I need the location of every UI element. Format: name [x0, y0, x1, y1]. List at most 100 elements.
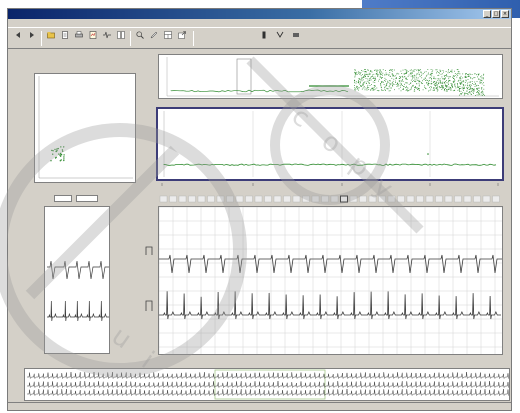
overview-trend-point — [401, 84, 402, 86]
overview-trend-point — [406, 87, 408, 88]
overview-trend-point — [400, 70, 402, 72]
export-button[interactable] — [176, 30, 188, 47]
overview-trend-point — [422, 73, 424, 75]
forward-button[interactable] — [26, 30, 38, 47]
overview-trend-point — [381, 78, 382, 79]
print-button[interactable] — [73, 30, 85, 47]
pen-button[interactable] — [148, 30, 160, 47]
overview-trend-point — [376, 90, 378, 91]
beat-marker — [159, 195, 168, 203]
overview-trend-point — [414, 69, 416, 70]
trend-detail-pane[interactable] — [156, 107, 504, 181]
overview-trend-point — [431, 78, 432, 80]
overview-trend-point — [435, 83, 436, 85]
beat-template-pane[interactable] — [44, 206, 110, 354]
overview-trend-point — [465, 74, 467, 76]
overview-trend-point — [446, 76, 448, 77]
beat-marker — [169, 195, 177, 203]
open-button[interactable] — [45, 30, 57, 47]
overview-trend-point — [372, 89, 374, 90]
overview-trend-point — [458, 72, 460, 74]
overview-trend-point — [389, 90, 391, 92]
beat-marker — [387, 195, 396, 203]
overview-trend-point — [380, 73, 382, 75]
beat-marker — [378, 195, 386, 203]
overview-trend-point — [439, 72, 440, 74]
scatter-point — [54, 148, 56, 151]
rr-scatter-plot[interactable] — [34, 73, 136, 183]
close-button[interactable]: × — [501, 10, 509, 18]
overview-trend-point — [355, 72, 357, 73]
layout-button[interactable] — [162, 30, 174, 47]
overview-trend-point — [431, 75, 433, 77]
overview-trend-point — [437, 89, 439, 91]
overview-trend-point — [360, 85, 361, 86]
overview-trend-point — [356, 73, 358, 75]
overview-trend-point — [478, 79, 480, 80]
trend-overview-pane[interactable] — [158, 54, 503, 99]
overview-trend-point — [360, 75, 362, 77]
calibration-pulse-lower — [145, 300, 153, 311]
overview-trend-point — [445, 71, 447, 72]
overview-trend-point — [380, 74, 382, 75]
overview-trend-point — [412, 75, 413, 76]
overview-trend-point — [389, 72, 391, 73]
full-disclosure-pane[interactable] — [24, 368, 510, 401]
overview-trend-point — [446, 75, 448, 76]
overview-trend-point — [373, 89, 375, 91]
scatter-point — [63, 158, 65, 160]
overview-trend-point — [458, 88, 460, 90]
overview-trend-point — [433, 76, 435, 78]
tool-button-a[interactable] — [258, 30, 270, 47]
overview-trend-point — [392, 85, 394, 87]
report-button[interactable] — [87, 30, 99, 47]
overview-trend-point — [402, 85, 403, 86]
waveform-button[interactable] — [101, 30, 113, 47]
overview-trend-point — [441, 89, 443, 90]
overview-trend-point — [363, 82, 364, 84]
overview-trend-point — [476, 74, 477, 76]
overview-trend-point — [480, 94, 482, 96]
template-selector[interactable] — [54, 195, 72, 202]
overview-trend-point — [469, 89, 471, 90]
overview-trend-point — [444, 82, 446, 84]
overview-trend-point — [453, 80, 454, 82]
minimize-button[interactable]: _ — [483, 10, 491, 18]
overview-trend-point — [414, 78, 416, 80]
overview-trend-point — [376, 69, 378, 71]
overview-trend-point — [370, 89, 372, 91]
template-count-field[interactable] — [76, 195, 98, 202]
overview-trend-point — [418, 85, 420, 87]
overview-trend-point — [400, 90, 402, 92]
overview-trend-point — [403, 89, 404, 90]
overview-trend-point — [391, 70, 393, 72]
overview-trend-point — [468, 73, 470, 75]
overview-trend-point — [451, 83, 453, 85]
back-button[interactable] — [12, 30, 24, 47]
tool-button-b[interactable] — [274, 30, 286, 47]
overview-trend-point — [381, 82, 383, 84]
overview-trend-point — [385, 79, 387, 80]
overview-trend-point — [471, 89, 473, 91]
overview-trend-point — [483, 74, 484, 76]
maximize-button[interactable]: □ — [492, 10, 500, 18]
ecg-strip-pane[interactable] — [158, 206, 503, 355]
overview-trend-point — [354, 82, 355, 84]
tool-button-c[interactable] — [290, 30, 302, 47]
document-button[interactable] — [59, 30, 71, 47]
overview-trend-point — [430, 69, 432, 70]
overview-trend-point — [450, 83, 452, 84]
overview-trend-point — [457, 73, 459, 75]
overview-trend-point — [441, 85, 442, 87]
overview-trend-point — [420, 75, 422, 76]
beat-marker — [406, 195, 415, 203]
overview-trend-point — [379, 71, 380, 73]
overview-trend-point — [406, 89, 408, 90]
compare-button[interactable] — [115, 30, 127, 47]
zoom-button[interactable] — [134, 30, 146, 47]
overview-trend-point — [479, 82, 481, 84]
overview-trend-point — [454, 85, 455, 87]
overview-trend-point — [456, 73, 458, 75]
overview-trend-point — [441, 82, 443, 84]
overview-trend-point — [435, 82, 437, 84]
